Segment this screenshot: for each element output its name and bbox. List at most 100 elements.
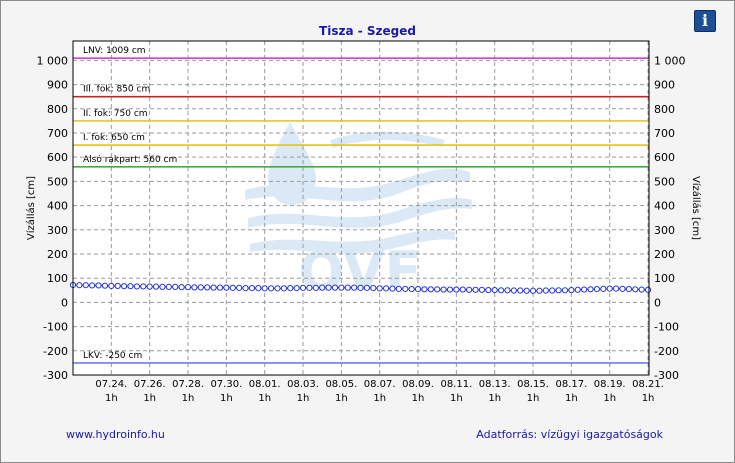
x-tick-sublabel: 1h: [488, 393, 501, 404]
data-point: [638, 286, 645, 293]
data-point: [248, 285, 256, 292]
data-point: [440, 286, 447, 293]
data-point: [108, 282, 115, 290]
reference-line-label: I. fok: 650 cm: [83, 133, 145, 143]
data-point: [382, 285, 390, 292]
y-tick-label-right: 400: [654, 200, 675, 213]
x-tick-label: 07.28.: [172, 379, 204, 390]
y-tick-label-right: 0: [654, 296, 661, 309]
data-point: [146, 283, 153, 290]
data-point: [274, 285, 281, 292]
data-point: [159, 283, 166, 291]
data-point: [184, 284, 192, 291]
data-point: [632, 286, 639, 293]
data-point: [312, 284, 319, 291]
data-point: [581, 286, 588, 293]
data-point: [76, 282, 83, 289]
data-point: [606, 285, 613, 292]
x-tick-label: 08.05.: [325, 379, 357, 390]
data-point: [280, 285, 287, 292]
y-tick-label-right: 800: [654, 103, 675, 116]
x-tick-label: 08.17.: [555, 379, 587, 390]
y-axis-label-right: Vízállás [cm]: [690, 176, 702, 240]
y-tick-label-right: 200: [654, 248, 675, 261]
data-point: [504, 287, 511, 294]
data-point: [165, 283, 172, 291]
y-tick-label-right: 300: [654, 224, 675, 237]
data-point: [363, 284, 371, 291]
x-tick-sublabel: 1h: [143, 393, 156, 404]
data-point: [395, 285, 402, 292]
hydroinfo-link[interactable]: www.hydroinfo.hu: [66, 428, 165, 441]
y-tick-label-left: 900: [47, 79, 68, 92]
data-point: [325, 284, 332, 291]
y-tick-label-right: 600: [654, 151, 675, 164]
y-tick-label-right: 700: [654, 127, 675, 140]
data-point: [172, 283, 179, 291]
x-tick-sublabel: 1h: [642, 393, 655, 404]
data-point: [421, 286, 428, 293]
x-tick-sublabel: 1h: [182, 393, 195, 404]
data-point: [178, 284, 185, 291]
data-point: [491, 286, 498, 294]
x-tick-sublabel: 1h: [527, 393, 540, 404]
y-tick-label-left: 200: [47, 248, 68, 261]
reference-line-label: LKV: -250 cm: [83, 351, 142, 361]
x-tick-sublabel: 1h: [450, 393, 463, 404]
y-tick-label-right: 100: [654, 272, 675, 285]
data-point: [523, 287, 530, 294]
data-point: [197, 284, 204, 291]
data-point: [127, 283, 134, 290]
data-point: [542, 287, 549, 294]
data-point: [370, 285, 377, 292]
x-tick-label: 07.30.: [210, 379, 242, 390]
y-tick-label-right: 500: [654, 175, 675, 188]
data-point: [357, 284, 364, 291]
x-tick-label: 08.01.: [249, 379, 281, 390]
data-point: [82, 282, 89, 289]
x-tick-sublabel: 1h: [220, 393, 233, 404]
data-point: [612, 285, 620, 292]
data-point: [331, 284, 339, 291]
data-point: [338, 284, 345, 291]
data-point: [497, 287, 505, 294]
data-point: [466, 286, 473, 293]
x-tick-sublabel: 1h: [565, 393, 578, 404]
data-point: [510, 287, 517, 294]
data-point: [453, 286, 460, 293]
data-point: [517, 287, 524, 294]
data-point: [568, 286, 575, 294]
y-tick-label-left: 500: [47, 175, 68, 188]
data-point: [351, 284, 358, 291]
data-point: [644, 286, 652, 293]
data-point: [133, 283, 140, 290]
svg-text:OVF: OVF: [298, 240, 421, 303]
data-point: [376, 285, 383, 292]
data-point: [446, 286, 454, 293]
data-point: [529, 287, 537, 294]
data-point: [223, 284, 230, 291]
data-point: [261, 285, 268, 292]
data-point: [625, 285, 632, 293]
data-point: [293, 285, 300, 292]
data-point: [408, 285, 415, 293]
y-tick-label-left: 800: [47, 103, 68, 116]
y-tick-label-right: -200: [654, 345, 679, 358]
y-tick-label-right: -100: [654, 321, 679, 334]
data-point: [216, 284, 224, 291]
data-point: [600, 285, 607, 292]
data-point: [561, 287, 569, 294]
x-tick-label: 08.03.: [287, 379, 319, 390]
x-tick-label: 07.26.: [134, 379, 166, 390]
data-point: [389, 285, 396, 292]
data-point: [555, 287, 562, 294]
y-tick-label-left: 400: [47, 200, 68, 213]
x-tick-label: 08.07.: [364, 379, 396, 390]
y-tick-label-left: 100: [47, 272, 68, 285]
y-tick-label-left: 600: [47, 151, 68, 164]
data-point: [574, 286, 581, 293]
y-tick-label-right: 900: [654, 79, 675, 92]
data-point: [267, 285, 275, 292]
data-point: [255, 285, 262, 292]
y-tick-label-left: -300: [43, 369, 68, 382]
